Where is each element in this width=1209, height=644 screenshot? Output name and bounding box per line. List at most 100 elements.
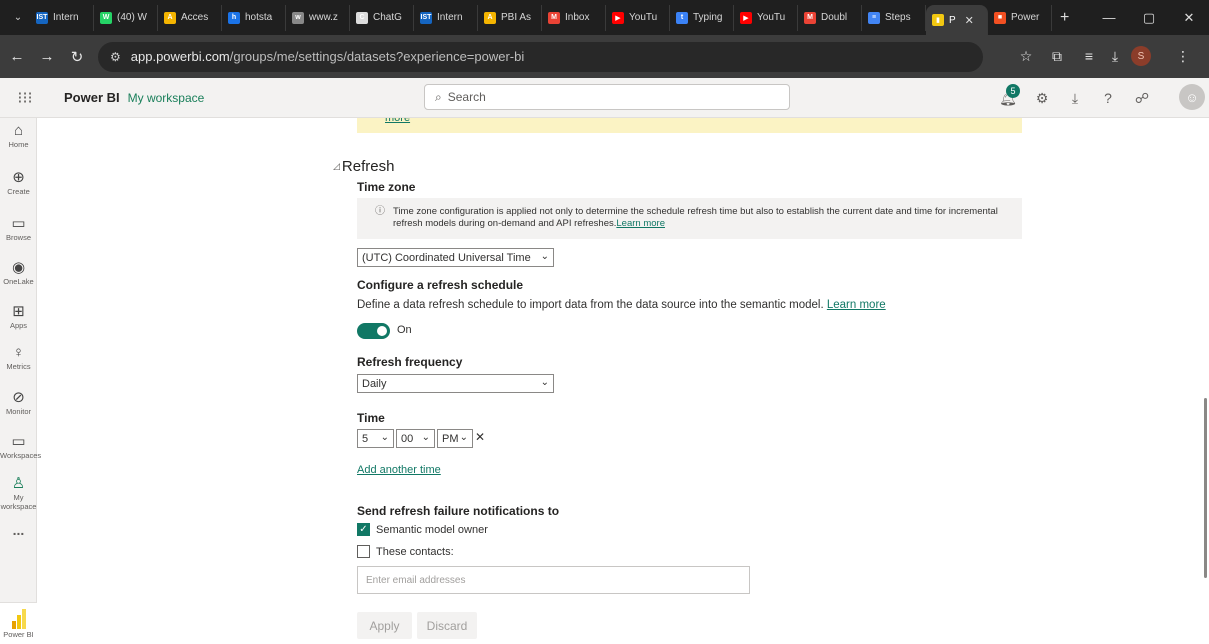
owner-checkbox[interactable]: ✓ (357, 523, 370, 536)
brand-title[interactable]: Power BI (64, 90, 120, 105)
powerbi-switcher[interactable]: Power BI (0, 602, 37, 644)
schedule-label: Configure a refresh schedule (357, 278, 524, 292)
browser-tab[interactable]: ▮ P ✕ (926, 5, 988, 35)
nav-item-my-workspace[interactable]: ♙ My workspace (0, 474, 37, 511)
restore-icon[interactable]: ▢ (1129, 0, 1169, 35)
browser-tab[interactable]: w www.z (286, 4, 350, 31)
nav-item-monitor[interactable]: ⊘ Monitor (0, 388, 37, 416)
tab-favicon-icon: M (548, 11, 560, 24)
apply-button[interactable]: Apply (357, 612, 412, 639)
tab-label: ChatG (373, 12, 402, 23)
browser-tab[interactable]: A PBI As (478, 4, 542, 31)
tab-label: www.z (309, 12, 338, 23)
checkmark-icon: ✓ (359, 524, 368, 535)
banner-more-link[interactable]: more (385, 118, 410, 124)
minimize-icon[interactable]: — (1089, 0, 1129, 35)
browser-tab[interactable]: h hotsta (222, 4, 286, 31)
nav-item-workspaces[interactable]: ▭ Workspaces (0, 432, 41, 460)
browser-tab[interactable]: M Doubl (798, 4, 862, 31)
tab-favicon-icon: t (676, 11, 688, 24)
nav-item-label: My workspace (0, 493, 37, 511)
reading-list-icon[interactable]: ≡ (1076, 43, 1102, 69)
tab-favicon-icon: IST (36, 11, 48, 24)
search-input[interactable]: ⌕ Search (424, 84, 790, 110)
browser-tab[interactable]: M Inbox (542, 4, 606, 31)
breadcrumb-workspace[interactable]: My workspace (128, 91, 205, 105)
bookmark-star-icon[interactable]: ☆ (1013, 43, 1039, 69)
ampm-select[interactable]: PM ⌄ (437, 429, 473, 448)
timezone-select[interactable]: (UTC) Coordinated Universal Time ⌄ (357, 248, 554, 267)
browser-tab[interactable]: ▶ YouTu (606, 4, 670, 31)
browser-tab[interactable]: ≡ Steps (862, 4, 926, 31)
browser-tab[interactable]: ■ Power (988, 4, 1052, 31)
close-tab-icon[interactable]: ✕ (965, 14, 974, 27)
nav-item-home[interactable]: ⌂ Home (0, 122, 37, 149)
left-navigation: ⌂ Home ⊕ Create ▭ Browse ◉ OneLake ⊞ Apps ♀ Metrics… (0, 118, 41, 644)
download-header-icon[interactable]: ⤓ (1063, 86, 1087, 110)
nav-item-browse[interactable]: ▭ Browse (0, 214, 37, 242)
nav-item-apps[interactable]: ⊞ Apps (0, 302, 37, 330)
profile-avatar[interactable]: S (1128, 43, 1154, 69)
tab-favicon-icon: M (804, 11, 816, 24)
reload-icon[interactable]: ↻ (64, 44, 90, 70)
nav-item-onelake[interactable]: ◉ OneLake (0, 258, 37, 286)
browser-tab[interactable]: t Typing (670, 4, 734, 31)
browser-tab[interactable]: A Acces (158, 4, 222, 31)
nav-item-label: Home (8, 140, 29, 149)
email-input[interactable]: Enter email addresses (357, 566, 750, 594)
refresh-section-toggle[interactable]: ◿ Refresh (333, 158, 394, 175)
remove-time-icon[interactable]: ✕ (475, 430, 485, 444)
add-another-time-link[interactable]: Add another time (357, 464, 441, 476)
timezone-label: Time zone (357, 180, 416, 194)
tab-favicon-icon: ▮ (932, 14, 944, 26)
app-launcher-icon[interactable]: ⁝⁝⁝ (0, 88, 50, 108)
toggle-state-label: On (397, 324, 412, 336)
new-tab-button[interactable]: + (1060, 9, 1069, 27)
contacts-checkbox[interactable] (357, 545, 370, 558)
page-scrollbar[interactable] (1204, 398, 1207, 578)
tab-label: Steps (885, 12, 911, 23)
discard-button[interactable]: Discard (417, 612, 477, 639)
time-label: Time (357, 411, 385, 425)
nav-item-create[interactable]: ⊕ Create (0, 168, 37, 196)
schedule-learn-more-link[interactable]: Learn more (827, 299, 886, 311)
hour-value: 5 (362, 432, 369, 445)
close-window-icon[interactable]: ✕ (1169, 0, 1209, 35)
download-icon[interactable]: ⤓ (1102, 43, 1128, 69)
url-input[interactable]: ⚙ app.powerbi.com/groups/me/settings/dat… (98, 41, 983, 72)
settings-gear-icon[interactable]: ⚙ (1030, 86, 1054, 110)
frequency-label: Refresh frequency (357, 355, 463, 369)
help-icon[interactable]: ? (1096, 86, 1120, 110)
contacts-checkbox-label: These contacts: (376, 546, 454, 558)
browser-tab[interactable]: IST Intern (30, 4, 94, 31)
timezone-info-text: Time zone configuration is applied not o… (393, 206, 998, 229)
back-icon[interactable]: ← (4, 44, 30, 70)
tab-label: Inbox (565, 12, 590, 23)
browser-menu-icon[interactable]: ⋮ (1170, 43, 1196, 69)
timezone-learn-more-link[interactable]: Learn more (616, 218, 665, 229)
browser-tab[interactable]: W (40) W (94, 4, 158, 31)
refresh-schedule-toggle[interactable] (357, 323, 390, 339)
minute-select[interactable]: 00 ⌄ (396, 429, 435, 448)
frequency-value: Daily (362, 377, 387, 390)
site-settings-icon[interactable]: ⚙ (110, 50, 121, 64)
nav-item-metrics[interactable]: ♀ Metrics (0, 344, 37, 371)
share-feedback-icon[interactable]: ☍ (1130, 86, 1154, 110)
nav-item-label: Create (7, 187, 30, 196)
hour-select[interactable]: 5 ⌄ (357, 429, 394, 448)
extensions-icon[interactable]: ⧉ (1044, 43, 1070, 69)
user-avatar[interactable]: ☺ (1179, 84, 1205, 110)
browser-tab[interactable]: IST Intern (414, 4, 478, 31)
browser-tab[interactable]: ▶ YouTu (734, 4, 798, 31)
schedule-desc-text: Define a data refresh schedule to import… (357, 299, 824, 311)
timezone-value: (UTC) Coordinated Universal Time (362, 251, 531, 264)
tab-search-chevron-icon[interactable]: ⌄ (6, 7, 30, 29)
chevron-down-icon: ⌄ (540, 251, 549, 262)
nav-item-label: OneLake (3, 277, 34, 286)
frequency-select[interactable]: Daily ⌄ (357, 374, 554, 393)
browser-tab[interactable]: C ChatG (350, 4, 414, 31)
forward-icon[interactable]: → (34, 44, 60, 70)
nav-more-icon[interactable]: ... (0, 522, 37, 538)
tab-favicon-icon: A (484, 11, 496, 24)
owner-checkbox-label: Semantic model owner (376, 524, 488, 536)
